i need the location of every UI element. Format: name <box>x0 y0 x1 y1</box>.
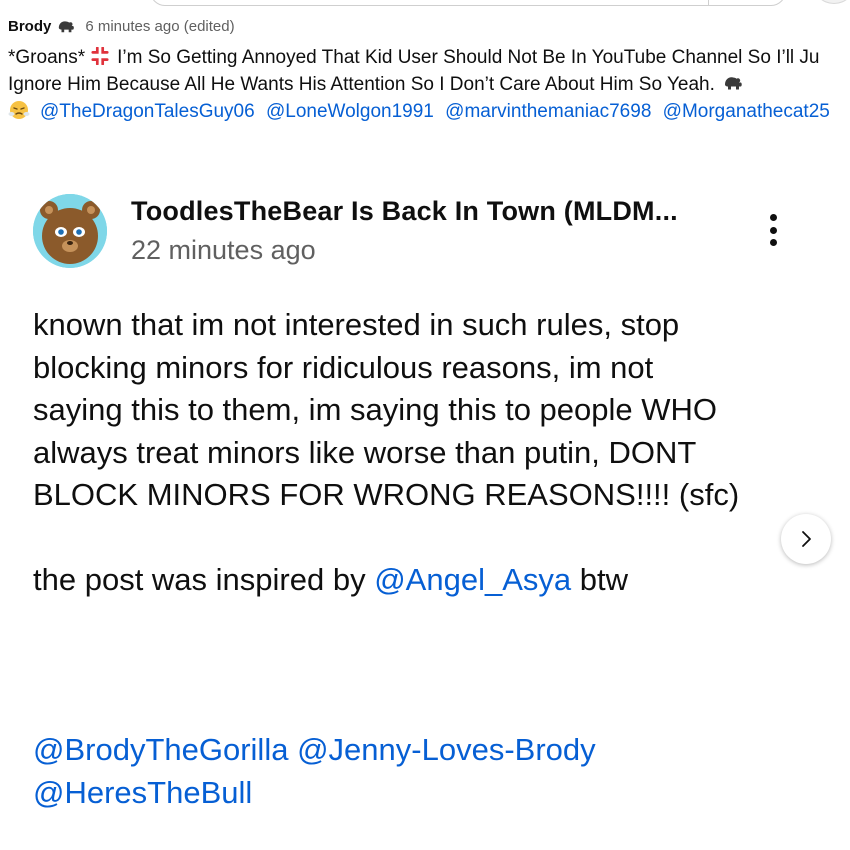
face-with-steam-icon <box>8 101 30 119</box>
screenshot-root: Brody 6 minutes ago (edited) *Groans* I’… <box>0 0 850 850</box>
community-post: ToodlesTheBear Is Back In Town (MLDM... … <box>0 184 850 850</box>
comment-timestamp[interactable]: 6 minutes ago (edited) <box>85 18 234 35</box>
post-timestamp[interactable]: 22 minutes ago <box>131 233 316 267</box>
comment-line-1: *Groans* I’m So Getting Annoyed That Kid… <box>8 44 850 71</box>
kebab-dot <box>769 214 777 221</box>
post-line: known that im not interested in such rul… <box>33 307 680 342</box>
gorilla-icon <box>724 77 742 90</box>
comment-line-2: Ignore Him Because All He Wants His Atte… <box>8 71 850 98</box>
comment-text-groans: *Groans* <box>8 47 86 68</box>
kebab-dot <box>769 226 777 234</box>
post-tag-mention-2[interactable]: @Jenny-Loves-Brody <box>297 732 596 767</box>
next-slide-button[interactable] <box>781 514 831 564</box>
comment-text-line1: I’m So Getting Annoyed That Kid User Sho… <box>117 47 820 68</box>
more-vertical-icon[interactable] <box>758 210 788 250</box>
post-inspired-mention[interactable]: @Angel_Asya <box>374 562 571 597</box>
post-gap <box>33 517 773 560</box>
gorilla-icon <box>59 21 75 33</box>
post-line: always treat minors like worse than puti… <box>33 434 697 470</box>
post-gap <box>33 687 773 730</box>
comment: Brody 6 minutes ago (edited) *Groans* I’… <box>8 14 850 125</box>
post-tag-mention-3[interactable]: @HeresTheBull <box>33 775 252 810</box>
post-inspired-suffix: btw <box>579 562 628 597</box>
post-author[interactable]: ToodlesTheBear Is Back In Town (MLDM... <box>131 194 678 228</box>
post-inspired-line: the post was inspired by @Angel_Asya btw <box>33 559 773 602</box>
comment-author[interactable]: Brody <box>8 18 51 35</box>
comment-mention-1[interactable]: @TheDragonTalesGuy06 <box>40 101 255 122</box>
comment-text: *Groans* I’m So Getting Annoyed That Kid… <box>8 44 850 125</box>
chevron-right-icon <box>802 531 811 547</box>
comment-mention-3[interactable]: @marvinthemaniac7698 <box>445 101 651 122</box>
post-inspired-prefix: the post was inspired by <box>33 562 366 597</box>
post-line: blocking minors for ridiculous reasons, … <box>33 349 654 385</box>
post-tag-mention-1[interactable]: @BrodyTheGorilla <box>33 732 288 767</box>
bear-avatar[interactable] <box>33 194 107 268</box>
comment-header: Brody 6 minutes ago (edited) <box>8 14 850 38</box>
post-tag-line-2: @HeresTheBull <box>33 772 773 815</box>
comment-mention-2[interactable]: @LoneWolgon1991 <box>266 101 434 122</box>
post-gap <box>33 644 773 687</box>
divider <box>708 0 709 6</box>
post-tag-line-1: @BrodyTheGorilla @Jenny-Loves-Brody <box>33 729 773 772</box>
bear-avatar-icon <box>33 194 107 268</box>
comment-input-clipped[interactable] <box>150 0 786 6</box>
anger-symbol-icon <box>91 47 109 65</box>
post-line: BLOCK MINORS FOR WRONG REASONS!!!! (sfc) <box>33 477 740 512</box>
comment-mention-4[interactable]: @Morganathecat25 <box>663 101 830 122</box>
post-body: known that im not interested in such rul… <box>33 304 773 814</box>
top-bar-clipped <box>0 0 850 6</box>
top-round-button-clipped[interactable] <box>812 0 850 4</box>
comment-line-3: @TheDragonTalesGuy06 @LoneWolgon1991 @ma… <box>8 98 850 125</box>
kebab-dot <box>769 239 777 246</box>
comment-text-line2: Ignore Him Because All He Wants His Atte… <box>8 74 715 95</box>
post-gap <box>33 602 773 645</box>
post-line: saying this to them, im saying this to p… <box>33 392 718 427</box>
